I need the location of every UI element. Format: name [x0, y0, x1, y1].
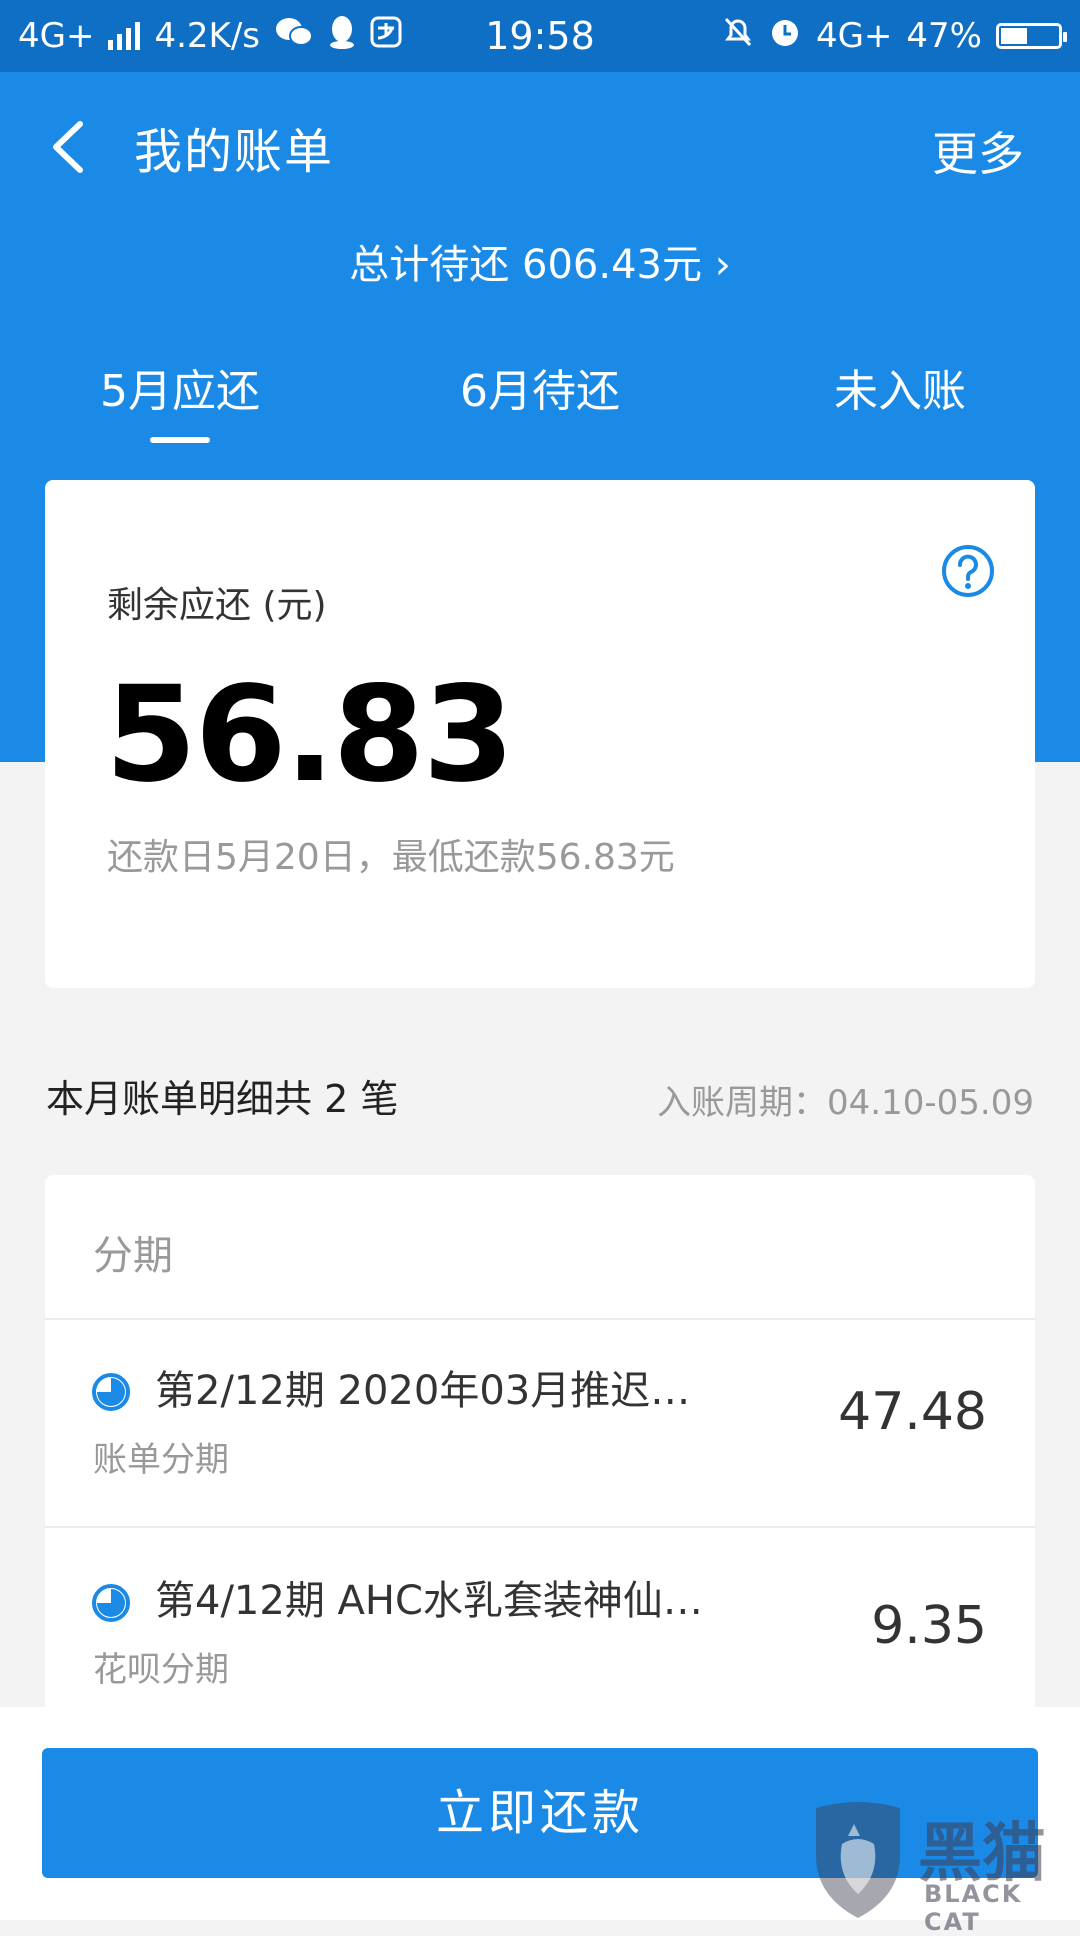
- battery-level: [1001, 28, 1027, 44]
- billing-period: 入账周期：04.10-05.09: [657, 1083, 1034, 1123]
- chevron-right-icon: ›: [714, 242, 731, 288]
- total-due-text: 总计待还 606.43元: [349, 242, 702, 288]
- status-bar: 4G+ 4.2K/s 19:58 4G+ 47%: [0, 0, 1080, 72]
- watermark-subtext: BLACK CAT: [924, 1880, 1023, 1936]
- bill-summary-card: 剩余应还 (元) 56.83 还款日5月20日，最低还款56.83元: [45, 480, 1035, 988]
- bell-off-icon: [722, 15, 754, 58]
- help-icon[interactable]: [941, 544, 995, 598]
- app-header: 我的账单 更多: [0, 72, 1080, 216]
- section-title: 分期: [93, 1233, 173, 1279]
- installment-title: 第4/12期 AHC水乳套装神仙…: [155, 1578, 703, 1624]
- cat-shield-icon: [816, 1802, 900, 1918]
- watermark: 黑猫 BLACK CAT: [808, 1796, 1080, 1936]
- status-right: 4G+ 47%: [722, 0, 1067, 72]
- installment-list: 分期 第2/12期 2020年03月推迟… 账单分期 47.48 第4/12期 …: [45, 1175, 1035, 1715]
- pie-progress-icon: [91, 1372, 131, 1412]
- battery-icon: [996, 23, 1067, 49]
- installment-title: 第2/12期 2020年03月推迟…: [155, 1368, 691, 1414]
- tab-unbilled[interactable]: 未入账: [720, 355, 1080, 419]
- tab-may-due[interactable]: 5月应还: [0, 355, 360, 419]
- due-date-text: 还款日5月20日，最低还款56.83元: [107, 837, 675, 878]
- remaining-amount: 56.83: [105, 658, 515, 812]
- remaining-label: 剩余应还 (元): [107, 585, 327, 626]
- installment-type: 账单分期: [93, 1440, 229, 1480]
- page-title: 我的账单: [134, 124, 335, 180]
- total-due-link[interactable]: 总计待还 606.43元 ›: [0, 232, 1080, 290]
- installment-type: 花呗分期: [93, 1650, 229, 1690]
- more-button[interactable]: 更多: [932, 118, 1024, 184]
- list-item[interactable]: 第2/12期 2020年03月推迟… 账单分期 47.48: [45, 1320, 1035, 1526]
- network-type-right: 4G+: [815, 16, 893, 56]
- list-item[interactable]: 第4/12期 AHC水乳套装神仙… 花呗分期 9.35: [45, 1528, 1035, 1715]
- active-tab-indicator: [150, 437, 210, 443]
- back-arrow-icon[interactable]: [46, 118, 96, 176]
- pie-progress-icon: [91, 1583, 131, 1623]
- installment-amount: 9.35: [871, 1596, 987, 1656]
- installment-amount: 47.48: [838, 1382, 987, 1442]
- battery-percent: 47%: [906, 16, 982, 56]
- alarm-icon: [768, 15, 802, 58]
- detail-count-title: 本月账单明细共 2 笔: [46, 1077, 399, 1121]
- tab-june-pending[interactable]: 6月待还: [360, 355, 720, 419]
